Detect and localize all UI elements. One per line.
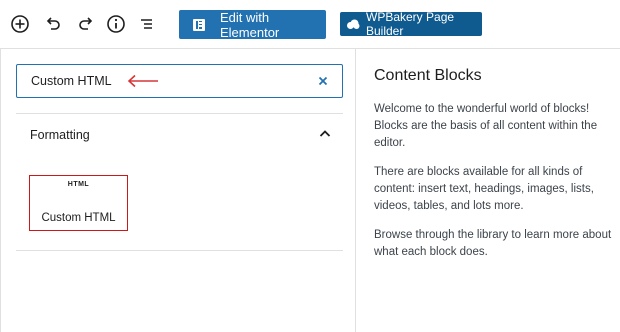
block-search-input[interactable] <box>31 74 121 88</box>
edit-with-elementor-button[interactable]: Edit with Elementor <box>179 9 326 40</box>
editor-toolbar: Edit with Elementor WPBakery Page Builde… <box>0 0 620 48</box>
list-view-icon[interactable] <box>134 11 160 37</box>
clear-search-icon[interactable] <box>317 75 329 87</box>
preview-title: Content Blocks <box>374 67 482 84</box>
preview-paragraph: There are blocks available for all kinds… <box>374 166 594 212</box>
red-arrow-annotation-icon <box>127 74 158 88</box>
elementor-button-label: Edit with Elementor <box>220 9 280 40</box>
block-preview-panel: Content Blocks Welcome to the wonderful … <box>356 48 620 332</box>
chevron-up-icon <box>319 130 331 137</box>
category-title: Formatting <box>30 128 90 142</box>
block-editor: Edit with Elementor WPBakery Page Builde… <box>0 0 620 332</box>
preview-paragraph: Browse through the library to learn more… <box>374 229 612 258</box>
add-block-icon[interactable] <box>7 11 33 37</box>
section-divider <box>16 250 343 251</box>
block-inserter-panel: Formatting HTML Custom HTML <box>0 48 356 332</box>
wpbakery-button-label: WPBakery Page Builder <box>366 10 455 38</box>
redo-icon[interactable] <box>73 11 99 37</box>
block-search-box[interactable] <box>16 64 343 98</box>
undo-icon[interactable] <box>40 11 66 37</box>
block-item-label: Custom HTML <box>41 212 116 224</box>
html-block-icon: HTML <box>67 181 90 188</box>
elementor-logo-icon <box>193 18 205 31</box>
formatting-category-toggle[interactable]: Formatting <box>16 113 343 159</box>
preview-paragraph: Welcome to the wonderful world of blocks… <box>374 103 598 149</box>
wpbakery-cloud-icon <box>347 19 360 29</box>
wpbakery-page-builder-button[interactable]: WPBakery Page Builder <box>340 10 482 38</box>
info-icon[interactable] <box>103 11 129 37</box>
custom-html-block-item[interactable]: HTML Custom HTML <box>29 175 128 231</box>
